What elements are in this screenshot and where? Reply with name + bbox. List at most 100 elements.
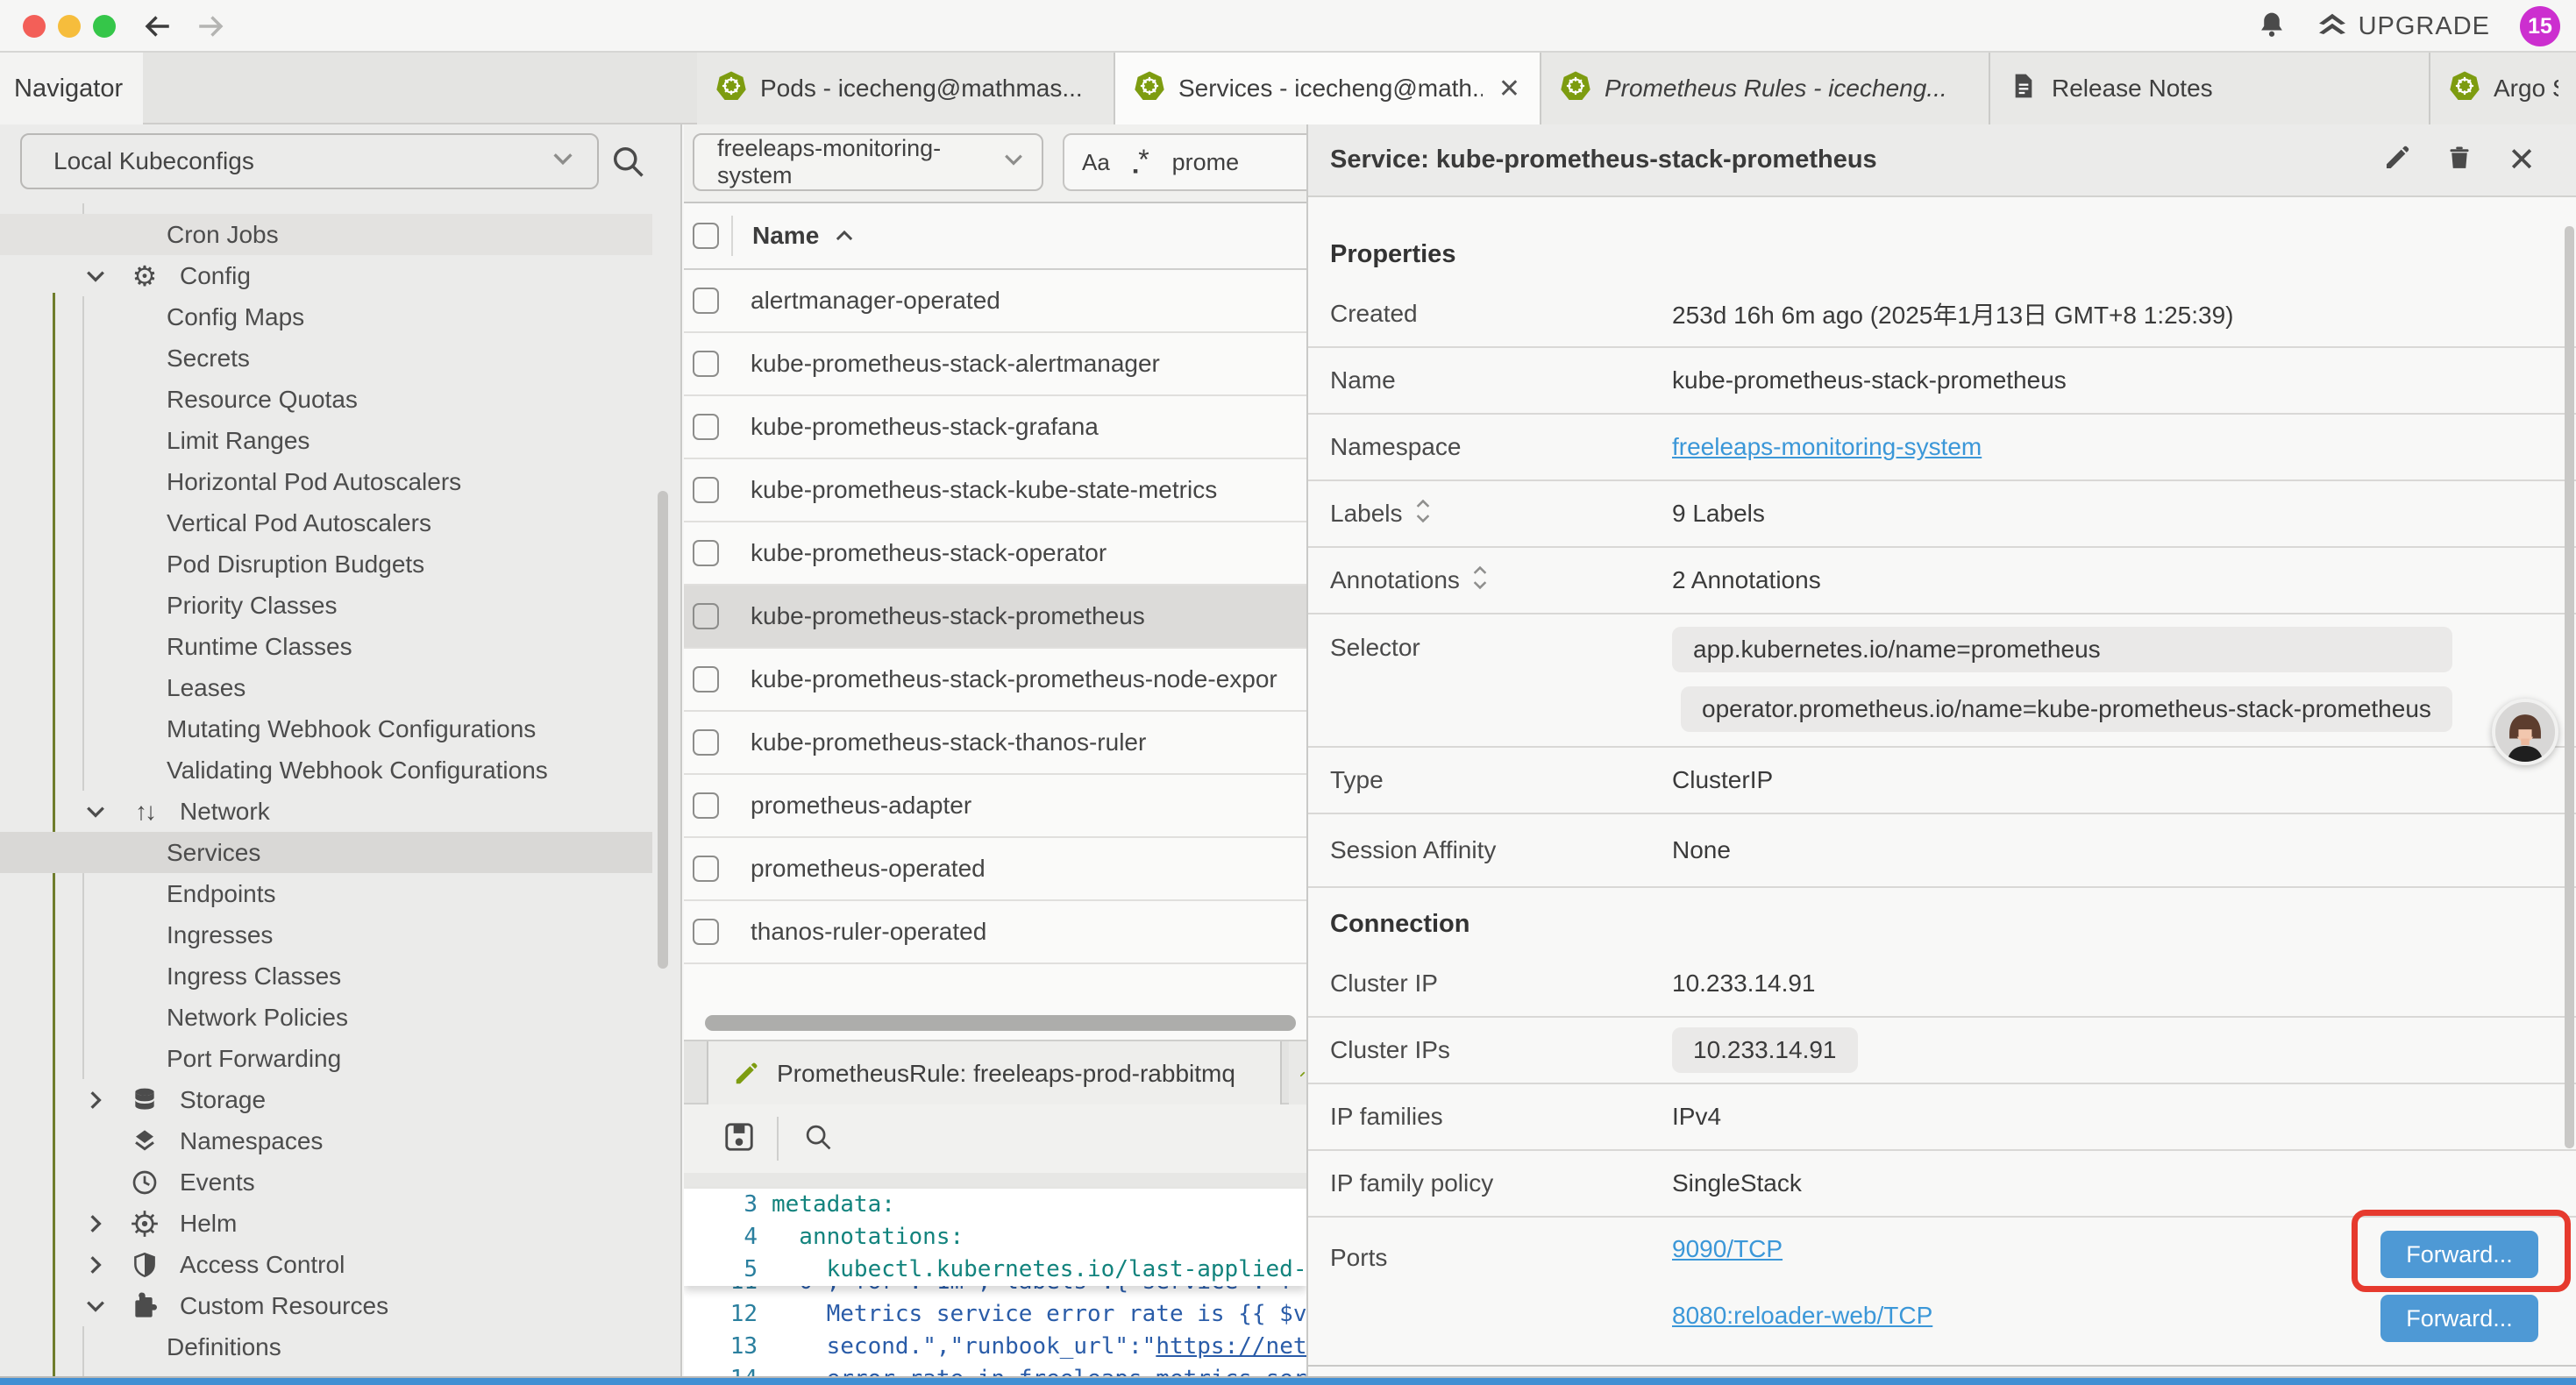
table-row[interactable]: kube-prometheus-stack-kube-state-metrics [684, 459, 1306, 522]
sidebar-item-vertical-pod-autoscalers[interactable]: Vertical Pod Autoscalers [0, 502, 652, 543]
row-checkbox[interactable] [693, 792, 719, 819]
chevron-right-icon[interactable] [83, 1088, 122, 1112]
sidebar-item-network-policies[interactable]: Network Policies [0, 997, 652, 1038]
select-all-checkbox[interactable] [693, 223, 719, 249]
table-row[interactable]: kube-prometheus-stack-operator [684, 522, 1306, 586]
row-checkbox[interactable] [693, 919, 719, 945]
sidebar-scrollbar[interactable] [658, 491, 668, 969]
filter-input[interactable]: Aa ▪* prome [1063, 133, 1306, 191]
row-checkbox[interactable] [693, 856, 719, 882]
column-header-name[interactable]: Name [752, 222, 856, 250]
port-link[interactable]: 9090/TCP [1672, 1233, 1932, 1265]
sidebar-item-priority-classes[interactable]: Priority Classes [0, 585, 652, 626]
tab-2[interactable]: Services - icecheng@math...✕ [1115, 53, 1541, 124]
table-row[interactable]: kube-prometheus-stack-alertmanager [684, 333, 1306, 396]
sidebar-item-pod-disruption-budgets[interactable]: Pod Disruption Budgets [0, 543, 652, 585]
sidebar-item-leases[interactable]: Leases [0, 667, 652, 708]
sidebar-item-port-forwarding[interactable]: Port Forwarding [0, 1038, 652, 1079]
chevron-down-icon[interactable] [83, 1294, 122, 1318]
tab-3[interactable]: Prometheus Rules - icecheng... [1541, 53, 1990, 124]
avatar[interactable] [2492, 699, 2558, 765]
sidebar-item-storage[interactable]: Storage [0, 1079, 652, 1120]
table-row[interactable]: prometheus-adapter [684, 775, 1306, 838]
editor-tab-partial[interactable] [1289, 1041, 1306, 1106]
kubeconfig-select-value: Local Kubeconfigs [53, 147, 254, 175]
sidebar-item-resource-quotas[interactable]: Resource Quotas [0, 379, 652, 420]
tab-1[interactable]: Pods - icecheng@mathmas... [697, 53, 1115, 124]
sidebar-item-definitions[interactable]: Definitions [0, 1326, 652, 1367]
yaml-editor[interactable]: 3metadata:4 annotations:5 kubectl.kubern… [684, 1189, 1306, 1378]
table-row[interactable]: kube-prometheus-stack-prometheus-node-ex… [684, 649, 1306, 712]
table-row[interactable]: kube-prometheus-stack-grafana [684, 396, 1306, 459]
sidebar-item-events[interactable]: Events [0, 1161, 652, 1203]
sidebar-item-ingresses[interactable]: Ingresses [0, 914, 652, 955]
sidebar-item-limit-ranges[interactable]: Limit Ranges [0, 420, 652, 461]
sidebar-item-validating-webhook-configurations[interactable]: Validating Webhook Configurations [0, 749, 652, 791]
back-icon[interactable] [142, 11, 174, 42]
details-scrollbar[interactable] [2565, 226, 2574, 1148]
close-tab-icon[interactable]: ✕ [1497, 74, 1522, 104]
table-row[interactable]: thanos-ruler-operated [684, 901, 1306, 964]
row-checkbox[interactable] [693, 288, 719, 314]
detail-label: Name [1308, 366, 1672, 394]
row-checkbox[interactable] [693, 414, 719, 440]
table-row[interactable]: kube-prometheus-stack-prometheus [684, 586, 1306, 649]
sidebar-item-endpoints[interactable]: Endpoints [0, 873, 652, 914]
match-case-icon[interactable]: Aa [1082, 149, 1110, 176]
sidebar-item-namespaces[interactable]: Namespaces [0, 1120, 652, 1161]
row-checkbox[interactable] [693, 729, 719, 756]
close-icon[interactable]: ✕ [2508, 140, 2536, 180]
row-checkbox[interactable] [693, 540, 719, 566]
search-icon[interactable] [608, 142, 647, 185]
sidebar-item-secrets[interactable]: Secrets [0, 337, 652, 379]
tab-4[interactable]: Release Notes [1990, 53, 2430, 124]
editor-search-icon[interactable] [801, 1120, 835, 1158]
sidebar-item-label: Resource Quotas [167, 386, 358, 414]
zoom-window-button[interactable] [93, 15, 116, 38]
chevron-down-icon[interactable] [83, 799, 122, 824]
bell-icon[interactable] [2257, 10, 2287, 44]
sidebar-item-config[interactable]: ⚙Config [0, 255, 652, 296]
upgrade-button[interactable]: UPGRADE [2316, 11, 2490, 42]
notification-count-badge[interactable]: 15 [2520, 6, 2560, 46]
tab-5[interactable]: Argo Se [2430, 53, 2576, 124]
forward-button-2[interactable]: Forward... [2380, 1295, 2538, 1342]
namespace-link[interactable]: freeleaps-monitoring-system [1672, 433, 1982, 461]
sidebar-item-runtime-classes[interactable]: Runtime Classes [0, 626, 652, 667]
sidebar-item-mutating-webhook-configurations[interactable]: Mutating Webhook Configurations [0, 708, 652, 749]
close-window-button[interactable] [23, 15, 46, 38]
row-checkbox[interactable] [693, 477, 719, 503]
chevron-right-icon[interactable] [83, 1211, 122, 1236]
sidebar-item-horizontal-pod-autoscalers[interactable]: Horizontal Pod Autoscalers [0, 461, 652, 502]
forward-icon[interactable] [195, 11, 226, 42]
port-link[interactable]: 8080:reloader-web/TCP [1672, 1300, 1932, 1332]
sidebar-item-ingress-classes[interactable]: Ingress Classes [0, 955, 652, 997]
regex-icon[interactable]: ▪* [1133, 144, 1149, 181]
row-checkbox[interactable] [693, 603, 719, 629]
minimize-window-button[interactable] [58, 15, 81, 38]
delete-icon[interactable] [2446, 144, 2473, 176]
editor-tab[interactable]: PrometheusRule: freeleaps-prod-rabbitmq [707, 1041, 1282, 1106]
sidebar-item-services[interactable]: Services [0, 832, 652, 873]
chevron-down-icon[interactable] [83, 264, 122, 288]
sidebar-item-helm[interactable]: Helm [0, 1203, 652, 1244]
edit-icon[interactable] [2383, 144, 2411, 176]
tab-navigator[interactable]: Navigator [0, 53, 143, 124]
sidebar-item-access-control[interactable]: Access Control [0, 1244, 652, 1285]
table-row[interactable]: prometheus-operated [684, 838, 1306, 901]
sidebar-item-custom-resources[interactable]: Custom Resources [0, 1285, 652, 1326]
horizontal-scrollbar[interactable] [705, 1015, 1296, 1031]
sort-updown-icon[interactable] [1472, 565, 1488, 596]
save-icon[interactable] [722, 1120, 756, 1158]
sort-updown-icon[interactable] [1415, 499, 1431, 529]
chevron-right-icon[interactable] [83, 1253, 122, 1277]
sidebar-item-cron-jobs[interactable]: Cron Jobs [0, 214, 652, 255]
table-row[interactable]: kube-prometheus-stack-thanos-ruler [684, 712, 1306, 775]
row-checkbox[interactable] [693, 351, 719, 377]
kubeconfig-select[interactable]: Local Kubeconfigs [20, 133, 599, 189]
sidebar-item-network[interactable]: ↑↓Network [0, 791, 652, 832]
sidebar-item-config-maps[interactable]: Config Maps [0, 296, 652, 337]
table-row[interactable]: alertmanager-operated [684, 270, 1306, 333]
namespace-select[interactable]: freeleaps-monitoring-system [693, 133, 1043, 191]
row-checkbox[interactable] [693, 666, 719, 692]
